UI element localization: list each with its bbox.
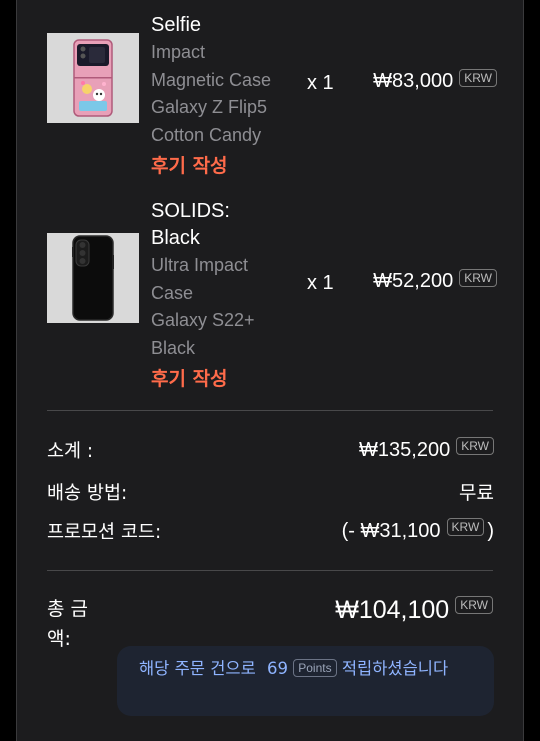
divider — [47, 570, 493, 571]
item-desc-line: Case — [151, 282, 194, 303]
item-desc-line: Black — [151, 337, 196, 358]
promo-row: 프로모션 코드: (- ₩31,100 KRW ) — [47, 518, 494, 544]
promo-amount: (- ₩31,100 — [341, 519, 441, 542]
points-badge: Points — [293, 659, 337, 677]
total-amount: ₩104,100 — [335, 596, 450, 624]
product-thumbnail — [47, 233, 139, 323]
subtotal-value: ₩135,200 KRW — [359, 437, 494, 462]
item-desc-line: Cotton Candy — [151, 124, 262, 145]
currency-badge: KRW — [459, 268, 497, 287]
black-phone-case-icon — [72, 235, 114, 321]
points-amount: 69 — [267, 659, 288, 678]
order-item: SOLIDS: Black Ultra Impact Case Galaxy S… — [47, 198, 497, 398]
item-details: SOLIDS: Black Ultra Impact Case Galaxy S… — [151, 198, 301, 392]
subtotal-label: 소계 : — [47, 441, 94, 462]
item-name-line: Black — [151, 227, 200, 249]
divider — [47, 410, 493, 411]
subtotal-amount: ₩135,200 — [359, 438, 451, 461]
flip-phone-case-icon — [73, 39, 113, 117]
order-summary-panel: Selfie Impact Magnetic Case Galaxy Z Fli… — [16, 0, 524, 741]
item-desc-line: Galaxy S22+ — [151, 310, 255, 330]
item-price-amount: ₩52,200 — [373, 270, 454, 292]
item-desc-line: Impact — [151, 42, 206, 62]
currency-badge: KRW — [455, 595, 493, 614]
item-desc-line: Magnetic Case — [151, 69, 272, 90]
item-details: Selfie Impact Magnetic Case Galaxy Z Fli… — [151, 12, 301, 179]
item-name-line: SOLIDS: — [151, 200, 230, 222]
item-desc-line: Galaxy Z Flip5 — [151, 97, 268, 117]
item-quantity: x 1 — [307, 72, 334, 94]
item-quantity: x 1 — [307, 272, 334, 294]
total-label: 총 금액: — [47, 598, 88, 650]
shipping-value: 무료 — [459, 478, 494, 505]
currency-badge: KRW — [456, 437, 494, 455]
promo-label: 프로모션 코드: — [47, 522, 162, 543]
shipping-label: 배송 방법: — [47, 482, 128, 504]
promo-value: (- ₩31,100 KRW ) — [341, 518, 494, 543]
write-review-link[interactable]: 후기 작성 — [151, 366, 301, 392]
item-price: ₩52,200 KRW — [373, 268, 497, 293]
shipping-row: 배송 방법: 무료 — [47, 478, 494, 505]
currency-badge: KRW — [446, 518, 485, 536]
order-item: Selfie Impact Magnetic Case Galaxy Z Fli… — [47, 12, 497, 187]
product-thumbnail — [47, 33, 139, 123]
points-earned-notice: 해당 주문 건으로 69 Points 적립하셨습니다 — [117, 646, 494, 716]
item-price: ₩83,000 KRW — [373, 68, 497, 93]
item-price-amount: ₩83,000 — [373, 70, 454, 92]
currency-badge: KRW — [459, 68, 497, 87]
total-value: ₩104,100 KRW — [335, 595, 493, 625]
shipping-amount: 무료 — [459, 482, 494, 504]
write-review-link[interactable]: 후기 작성 — [151, 153, 301, 179]
points-text-after: 적립하셨습니다 — [341, 659, 449, 678]
promo-close-paren: ) — [487, 519, 494, 542]
points-text-before: 해당 주문 건으로 — [139, 659, 256, 678]
item-desc-line: Ultra Impact — [151, 255, 249, 275]
subtotal-row: 소계 : ₩135,200 KRW — [47, 437, 494, 463]
item-name: Selfie — [151, 14, 202, 36]
